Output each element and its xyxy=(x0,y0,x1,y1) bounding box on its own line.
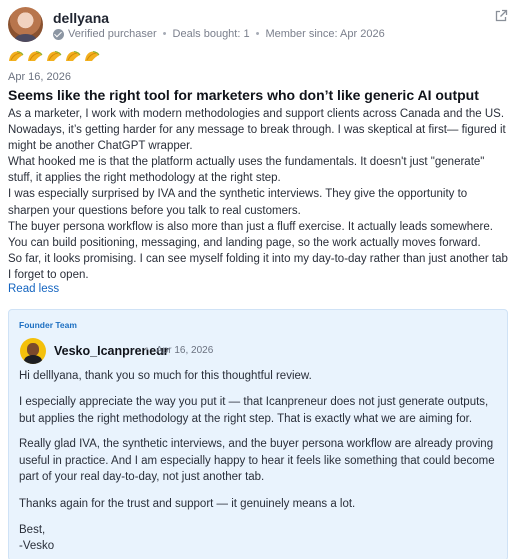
review-paragraph: So far, it looks promising. I can see my… xyxy=(8,252,508,281)
taco-icon xyxy=(66,50,81,61)
avatar[interactable] xyxy=(20,338,46,364)
founder-reply: Founder Team Vesko_Icanpreneur • Apr 16,… xyxy=(8,309,508,559)
separator-dot: • xyxy=(145,344,149,355)
read-less-link[interactable]: Read less xyxy=(8,283,59,295)
reply-paragraph: Really glad IVA, the synthetic interview… xyxy=(19,438,495,483)
reply-paragraph: Best, xyxy=(19,524,46,536)
review-paragraph: The buyer persona workflow is also more … xyxy=(8,220,493,249)
verified-label: Verified purchaser xyxy=(68,28,157,40)
rating-tacos xyxy=(8,50,100,62)
review-title: Seems like the right tool for marketers … xyxy=(8,87,479,103)
founder-team-badge: Founder Team xyxy=(19,320,77,330)
reply-paragraph: I especially appreciate the way you put … xyxy=(19,396,489,425)
reply-paragraph: Thanks again for the trust and support —… xyxy=(19,498,356,510)
taco-icon xyxy=(47,50,62,61)
review-paragraph: I was especially surprised by IVA and th… xyxy=(8,188,468,217)
member-since: Member since: Apr 2026 xyxy=(265,28,385,40)
review-date: Apr 16, 2026 xyxy=(8,71,71,83)
reviewer-meta: Verified purchaser • Deals bought: 1 • M… xyxy=(53,28,385,40)
review-card: dellyana Verified purchaser • Deals boug… xyxy=(0,0,516,559)
check-circle-icon xyxy=(53,28,64,40)
review-header: dellyana Verified purchaser • Deals boug… xyxy=(8,7,508,42)
deals-bought: Deals bought: 1 xyxy=(172,28,250,40)
external-link-icon[interactable] xyxy=(494,9,508,23)
reply-paragraph: -Vesko xyxy=(19,540,55,552)
taco-icon xyxy=(28,50,43,61)
review-paragraph: As a marketer, I work with modern method… xyxy=(8,108,506,153)
avatar[interactable] xyxy=(8,7,43,42)
reply-paragraph: Hi delllyana, thank you so much for this… xyxy=(19,370,312,382)
separator-dot: • xyxy=(162,28,167,40)
taco-icon xyxy=(9,50,24,61)
review-paragraph: What hooked me is that the platform actu… xyxy=(8,156,485,185)
separator-dot: • xyxy=(255,28,260,40)
reply-author-name[interactable]: Vesko_Icanpreneur xyxy=(54,344,169,358)
review-body: As a marketer, I work with modern method… xyxy=(8,106,508,283)
taco-icon xyxy=(85,50,100,61)
reply-date: Apr 16, 2026 xyxy=(156,345,214,356)
reviewer-name[interactable]: dellyana xyxy=(53,10,109,26)
